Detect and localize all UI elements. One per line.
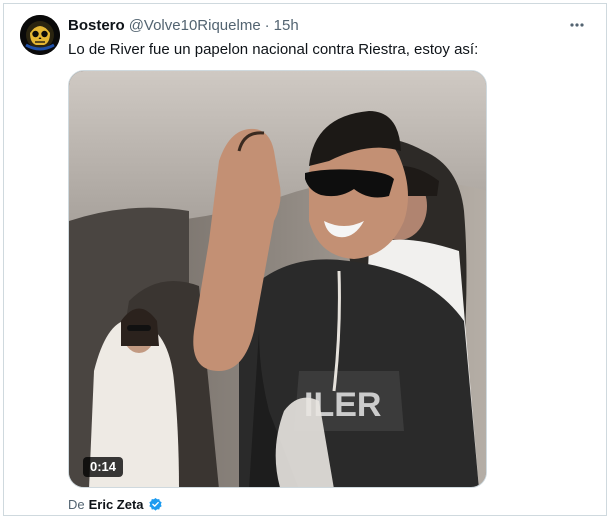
attribution-author-link[interactable]: Eric Zeta	[89, 497, 144, 512]
avatar-skull-image	[20, 15, 60, 55]
separator-dot: ·	[264, 16, 270, 34]
tweet-text: Lo de River fue un papelon nacional cont…	[68, 41, 479, 58]
attribution-prefix: De	[68, 497, 85, 512]
tweet-header: Bostero @Volve10Riquelme · 15h	[68, 14, 299, 36]
more-options-button[interactable]	[564, 14, 590, 36]
timestamp[interactable]: 15h	[274, 17, 299, 34]
video-duration-badge: 0:14	[83, 457, 124, 477]
author-handle[interactable]: @Volve10Riquelme	[129, 17, 261, 34]
author-display-name[interactable]: Bostero	[68, 17, 125, 34]
video-player[interactable]: ILER 0:14	[68, 70, 487, 488]
video-thumbnail: ILER	[69, 71, 486, 487]
verified-badge-icon	[148, 497, 163, 512]
video-attribution: De Eric Zeta	[68, 497, 163, 512]
avatar[interactable]	[20, 15, 60, 55]
more-dots-icon	[570, 23, 584, 27]
